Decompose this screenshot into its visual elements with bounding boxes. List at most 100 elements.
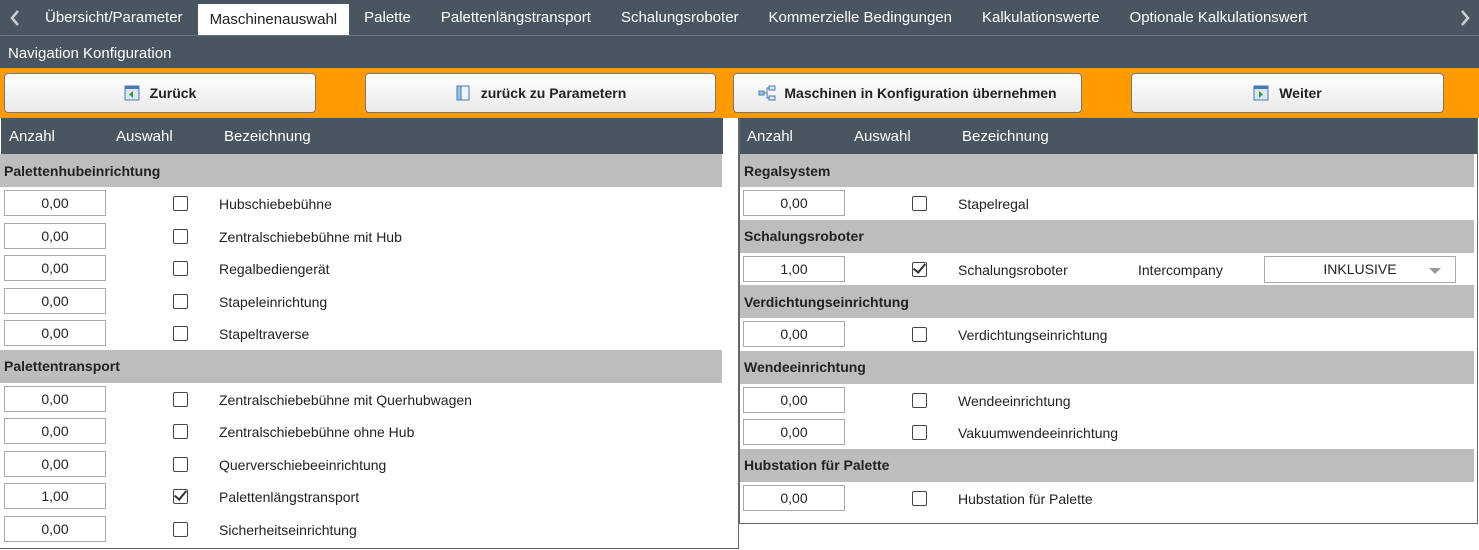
next-button[interactable]: Weiter xyxy=(1131,73,1444,113)
quantity-input[interactable] xyxy=(743,386,845,413)
machine-row: Querverschiebeeinrichtung xyxy=(0,448,738,481)
machine-label: Palettenlängstransport xyxy=(219,489,360,505)
machine-label: Verdichtungseinrichtung xyxy=(958,327,1108,343)
machine-row: Hubstation für Palette xyxy=(740,482,1477,515)
parameters-window-icon xyxy=(455,85,471,101)
machine-label: Regalbediengerät xyxy=(219,261,330,277)
quantity-input[interactable] xyxy=(743,255,845,282)
selection-checkbox[interactable] xyxy=(173,391,188,407)
next-icon xyxy=(1253,85,1269,101)
quantity-input[interactable] xyxy=(4,222,106,249)
machine-row: Zentralschiebebühne mit Querhubwagen xyxy=(0,383,738,416)
selection-checkbox[interactable] xyxy=(173,456,188,472)
machine-label: Stapelregal xyxy=(958,196,1029,212)
machine-row: Palettenlängstransport xyxy=(0,480,738,513)
machine-label: Zentralschiebebühne ohne Hub xyxy=(219,424,415,440)
machine-label: Zentralschiebebühne mit Querhubwagen xyxy=(219,391,472,408)
column-header-name: Bezeichnung xyxy=(224,128,311,145)
right-column-header: Anzahl Auswahl Bezeichnung xyxy=(740,118,1477,154)
tab-schalungsroboter[interactable]: Schalungsroboter xyxy=(606,0,754,35)
tab-uebersicht-parameter[interactable]: Übersicht/Parameter xyxy=(30,0,198,35)
intercompany-select[interactable]: INKLUSIVE xyxy=(1264,255,1456,283)
machine-row: Schalungsroboter Intercompany INKLUSIVE xyxy=(740,253,1477,286)
selection-checkbox[interactable] xyxy=(173,424,188,439)
column-header-name: Bezeichnung xyxy=(962,128,1049,145)
column-header-select: Auswahl xyxy=(854,128,911,145)
quantity-input[interactable] xyxy=(743,190,845,216)
machine-row: Stapelregal xyxy=(740,187,1477,220)
group-header: Palettentransport xyxy=(0,349,722,383)
back-icon xyxy=(124,85,140,101)
navigation-button-bar: Zurück zurück zu Parametern Maschinen in… xyxy=(0,68,1479,118)
group-header: Schalungsroboter xyxy=(740,219,1474,253)
machine-label: Hubstation für Palette xyxy=(958,490,1093,507)
quantity-input[interactable] xyxy=(4,190,106,216)
back-to-parameters-label: zurück zu Parametern xyxy=(480,85,627,101)
selection-checkbox[interactable] xyxy=(912,392,927,408)
left-column-header: Anzahl Auswahl Bezeichnung xyxy=(1,118,723,154)
quantity-input[interactable] xyxy=(4,515,106,542)
tab-maschinenauswahl[interactable]: Maschinenauswahl xyxy=(197,4,350,35)
machine-label: Schalungsroboter xyxy=(958,261,1068,278)
intercompany-label: Intercompany xyxy=(1138,261,1223,278)
machine-row: Regalbediengerät xyxy=(0,252,738,285)
quantity-input[interactable] xyxy=(4,255,106,281)
selection-checkbox[interactable] xyxy=(912,327,927,342)
machine-label: Zentralschiebebühne mit Hub xyxy=(219,228,402,245)
column-header-select: Auswahl xyxy=(116,128,173,145)
navigation-title: Navigation Konfiguration xyxy=(0,35,1479,70)
configuration-tree-icon xyxy=(758,85,776,101)
back-button[interactable]: Zurück xyxy=(4,73,316,113)
machine-row: Wendeeinrichtung xyxy=(740,384,1477,417)
quantity-input[interactable] xyxy=(4,450,106,477)
selection-checkbox[interactable] xyxy=(173,326,188,341)
selection-checkbox[interactable] xyxy=(912,490,927,506)
selection-checkbox[interactable] xyxy=(173,521,188,537)
selection-checkbox[interactable] xyxy=(173,228,188,244)
quantity-input[interactable] xyxy=(743,419,845,445)
machine-row: Hubschiebebühne xyxy=(0,187,738,220)
tab-palettenlaengstransport[interactable]: Palettenlängstransport xyxy=(426,0,606,35)
quantity-input[interactable] xyxy=(4,287,106,314)
tab-palette[interactable]: Palette xyxy=(349,0,426,35)
tab-optionale-kalkulationswerte[interactable]: Optionale Kalkulationswert xyxy=(1115,0,1323,35)
quantity-input[interactable] xyxy=(4,320,106,346)
column-header-qty: Anzahl xyxy=(747,128,793,145)
column-header-qty: Anzahl xyxy=(9,128,55,145)
selection-checkbox[interactable] xyxy=(173,261,188,276)
machine-label: Vakuumwendeeinrichtung xyxy=(958,425,1119,441)
quantity-input[interactable] xyxy=(743,484,845,511)
tab-bar: Übersicht/Parameter Maschinenauswahl Pal… xyxy=(0,0,1479,35)
next-button-label: Weiter xyxy=(1279,85,1322,101)
apply-machines-label: Maschinen in Konfiguration übernehmen xyxy=(784,85,1057,101)
selection-checkbox[interactable] xyxy=(173,293,188,309)
back-to-parameters-button[interactable]: zurück zu Parametern xyxy=(365,73,716,113)
quantity-input[interactable] xyxy=(4,385,106,412)
chevron-down-icon xyxy=(1429,267,1441,274)
left-machine-panel: Anzahl Auswahl Bezeichnung Palettenhubei… xyxy=(0,118,739,549)
machine-label: Querverschiebeeinrichtung xyxy=(219,456,387,473)
selection-checkbox[interactable] xyxy=(173,196,188,211)
selection-checkbox[interactable] xyxy=(912,196,927,211)
tab-kalkulationswerte[interactable]: Kalkulationswerte xyxy=(967,0,1115,35)
right-machine-panel: Anzahl Auswahl Bezeichnung Regalsystem S… xyxy=(739,118,1478,524)
group-header: Regalsystem xyxy=(740,154,1474,187)
selection-checkbox[interactable] xyxy=(912,425,927,440)
selection-checkbox-checked[interactable] xyxy=(912,261,927,277)
machine-row: Stapeltraverse xyxy=(0,317,738,350)
machine-row: Vakuumwendeeinrichtung xyxy=(740,416,1477,449)
tab-scroll-left-icon[interactable] xyxy=(0,0,30,35)
machine-row: Verdichtungseinrichtung xyxy=(740,318,1477,351)
quantity-input[interactable] xyxy=(4,483,106,509)
machine-row: Zentralschiebebühne ohne Hub xyxy=(0,415,738,448)
quantity-input[interactable] xyxy=(743,321,845,347)
machine-label: Stapeltraverse xyxy=(219,326,310,342)
tab-kommerzielle-bedingungen[interactable]: Kommerzielle Bedingungen xyxy=(754,0,967,35)
machine-label: Hubschiebebühne xyxy=(219,196,332,212)
back-button-label: Zurück xyxy=(149,85,197,101)
quantity-input[interactable] xyxy=(4,418,106,444)
apply-machines-button[interactable]: Maschinen in Konfiguration übernehmen xyxy=(733,73,1082,113)
tab-scroll-right-icon[interactable] xyxy=(1451,0,1479,35)
selection-checkbox-checked[interactable] xyxy=(173,489,188,504)
group-header: Wendeeinrichtung xyxy=(740,350,1474,384)
